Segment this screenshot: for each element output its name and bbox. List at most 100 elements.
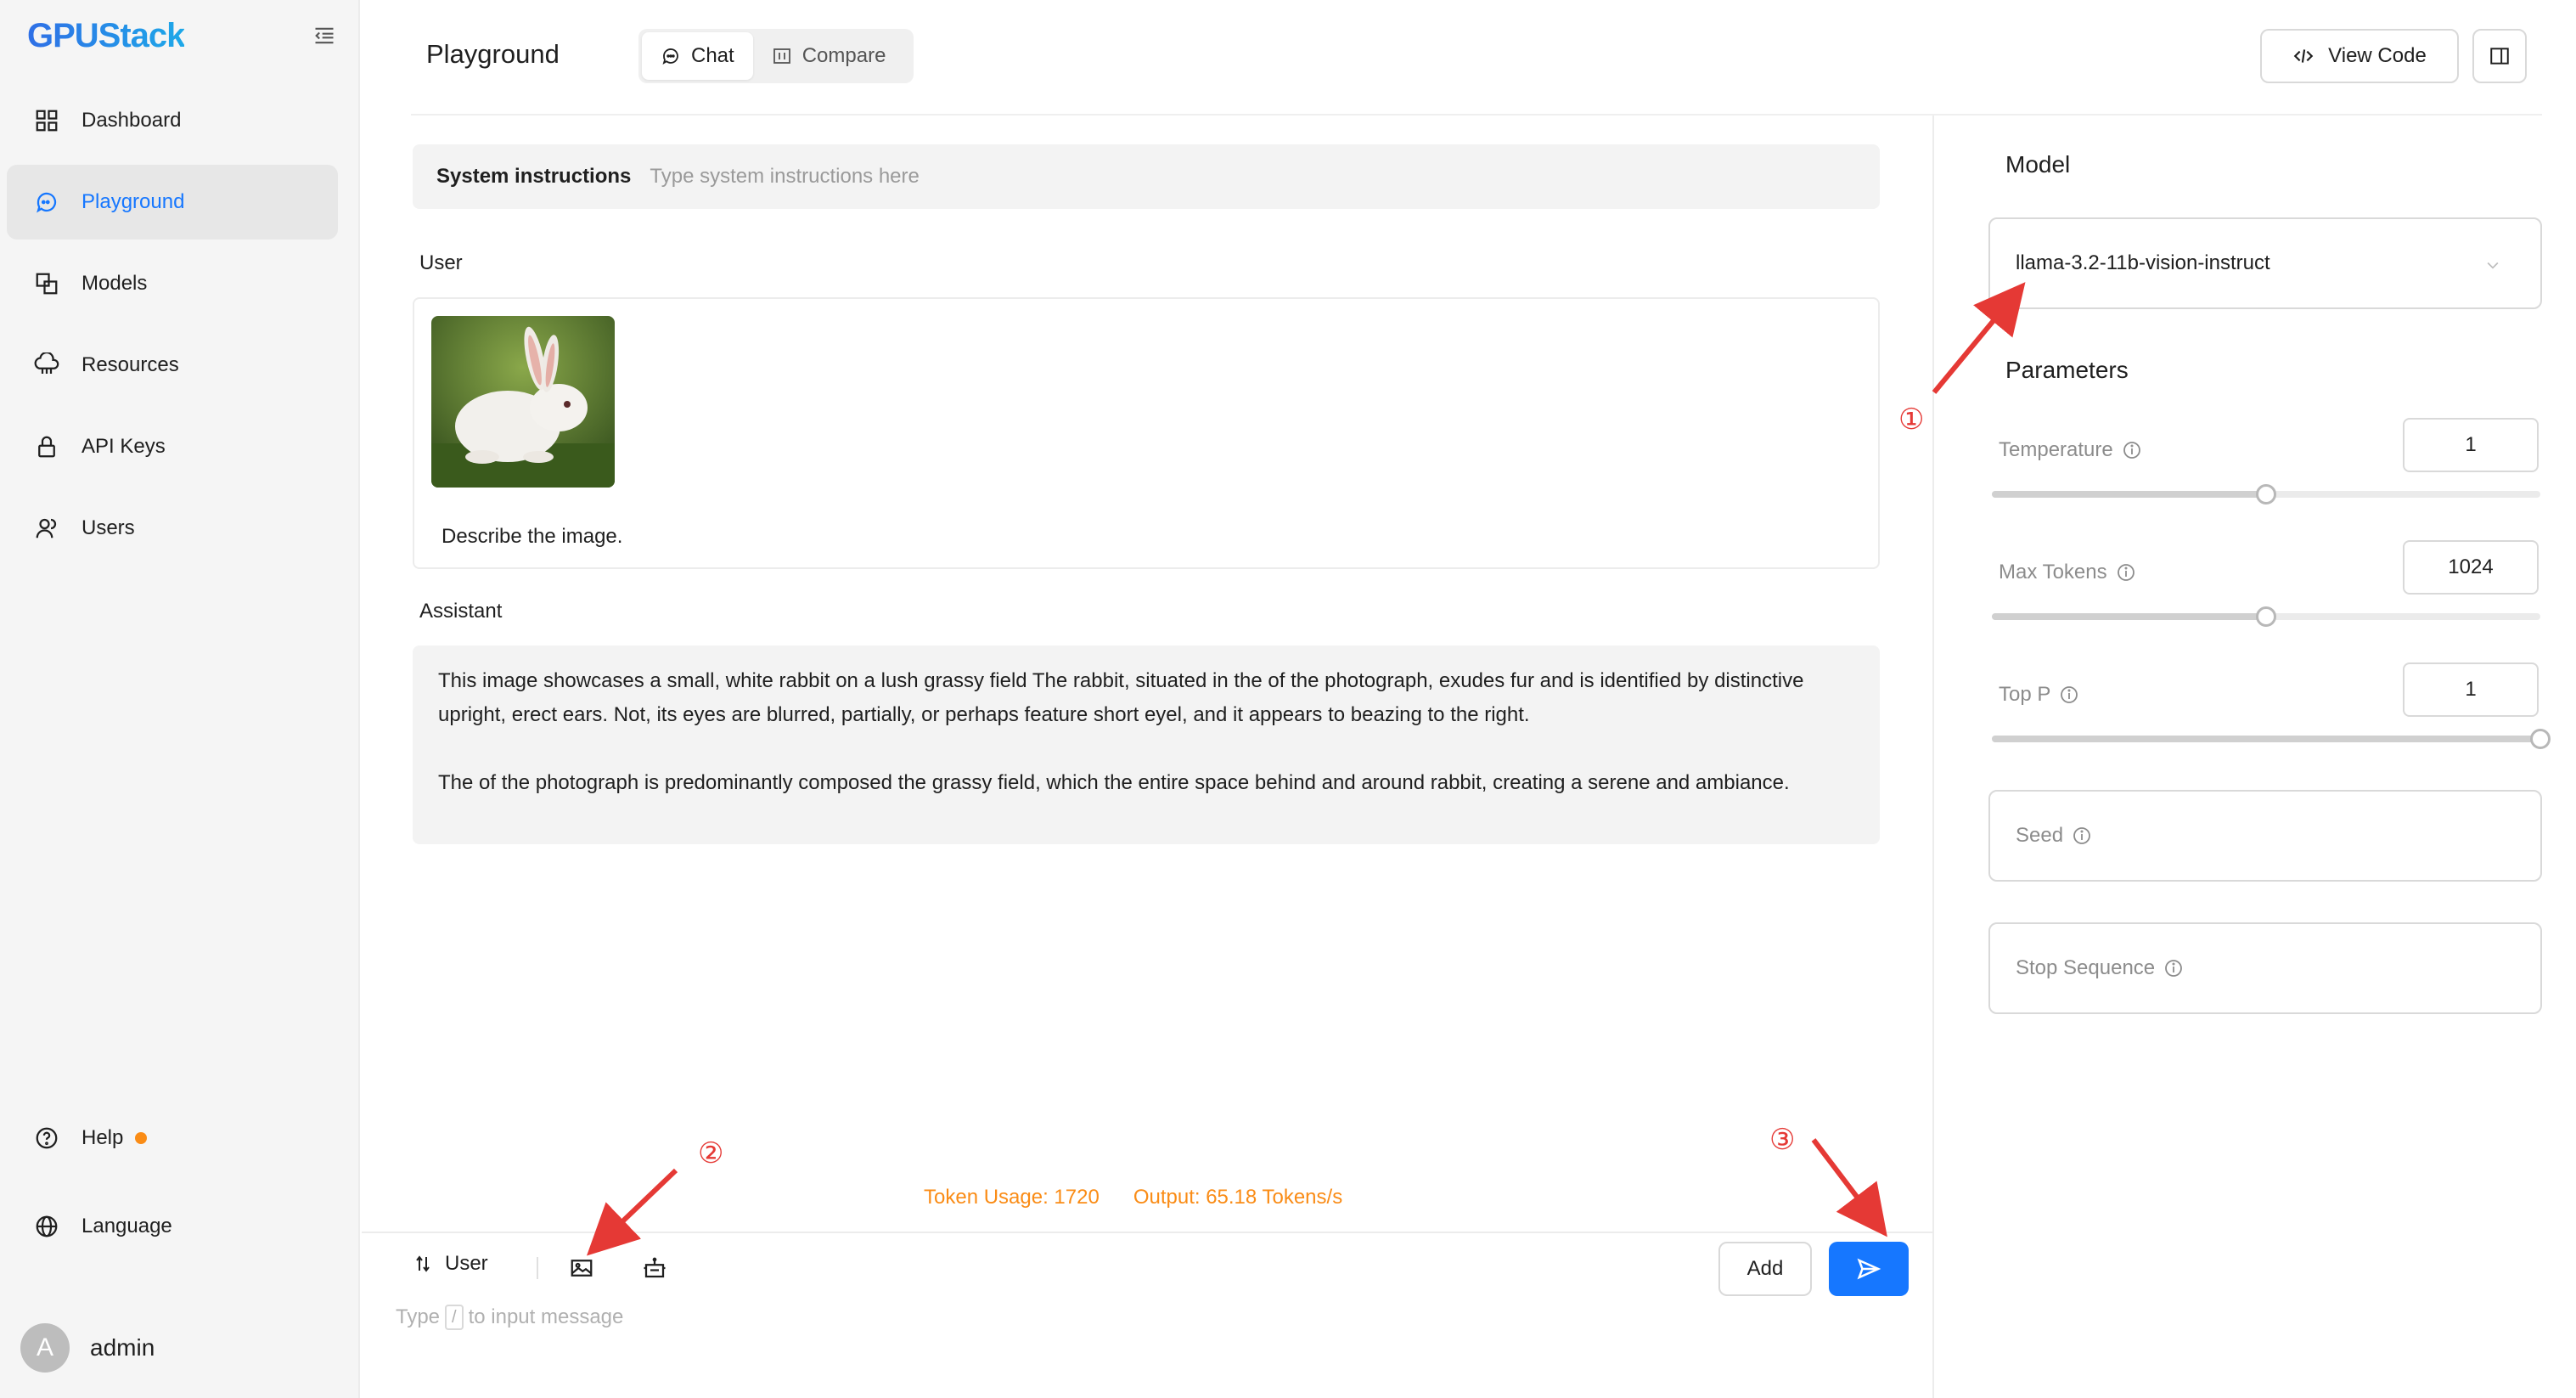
sidebar-item-label: Users	[82, 516, 135, 539]
sidebar-item-users[interactable]: Users	[7, 491, 338, 566]
temperature-slider[interactable]	[1992, 484, 2540, 505]
sidebar-item-label: Help	[82, 1126, 124, 1149]
annotation-2: ②	[698, 1136, 724, 1170]
system-instructions-label: System instructions	[436, 165, 632, 188]
annotation-arrow	[586, 1168, 678, 1256]
role-switch-button[interactable]: User	[413, 1252, 488, 1276]
tab-label: Chat	[691, 44, 734, 67]
model-heading: Model	[2005, 151, 2071, 178]
info-icon	[2123, 442, 2140, 459]
top-p-label-text: Top P	[1999, 683, 2051, 706]
assistant-message[interactable]: This image showcases a small, white rabb…	[413, 645, 1880, 844]
sidebar-item-language[interactable]: Language	[7, 1189, 338, 1264]
user-name: admin	[90, 1334, 155, 1361]
annotation-arrow	[1811, 1138, 1887, 1237]
stop-sequence-label: Stop Sequence	[2016, 956, 2156, 979]
token-stats: Token Usage: 1720 Output: 65.18 Tokens/s	[924, 1186, 1342, 1209]
user-message[interactable]: Describe the image.	[413, 297, 1880, 569]
role-switch-label: User	[445, 1252, 488, 1275]
rabbit-image[interactable]	[431, 316, 615, 488]
assistant-paragraph: This image showcases a small, white rabb…	[438, 669, 1804, 726]
panel-icon	[2490, 48, 2509, 65]
max-tokens-label-text: Max Tokens	[1999, 561, 2107, 583]
panel-divider	[1932, 116, 1934, 1398]
tab-chat[interactable]: Chat	[642, 32, 753, 80]
temperature-label-text: Temperature	[1999, 438, 2113, 461]
max-tokens-input[interactable]: 1024	[2403, 540, 2539, 595]
add-button[interactable]: Add	[1718, 1242, 1812, 1296]
seed-field[interactable]: Seed	[1988, 790, 2542, 882]
info-icon	[2061, 686, 2078, 703]
image-upload-icon[interactable]	[567, 1254, 596, 1282]
sidebar-item-dashboard[interactable]: Dashboard	[7, 83, 338, 158]
resources-icon	[32, 351, 61, 380]
sidebar-item-models[interactable]: Models	[7, 246, 338, 321]
notification-dot	[135, 1132, 148, 1144]
max-tokens-label: Max Tokens	[1999, 561, 2136, 584]
slider-fill	[1992, 736, 2540, 742]
assistant-role-label: Assistant	[419, 600, 503, 623]
slider-handle[interactable]	[2256, 484, 2276, 505]
sidebar-item-label: Playground	[82, 190, 185, 213]
info-icon	[2165, 960, 2183, 977]
tab-label: Compare	[801, 44, 886, 67]
toggle-panel-button[interactable]	[2472, 29, 2527, 83]
sidebar-item-label: Language	[82, 1215, 172, 1237]
token-usage: Token Usage: 1720	[924, 1186, 1100, 1209]
message-input[interactable]: Type / to input message	[396, 1305, 1669, 1330]
top-p-input[interactable]: 1	[2403, 662, 2539, 717]
slider-handle[interactable]	[2256, 606, 2276, 627]
user-message-text: Describe the image.	[442, 525, 623, 548]
tab-compare[interactable]: Compare	[753, 32, 905, 80]
system-instructions-field[interactable]: System instructions Type system instruct…	[413, 144, 1880, 209]
send-button[interactable]	[1829, 1242, 1909, 1296]
page-title: Playground	[426, 39, 560, 69]
view-code-button[interactable]: View Code	[2260, 29, 2459, 83]
view-code-label: View Code	[2328, 44, 2427, 67]
seed-label: Seed	[2016, 824, 2064, 847]
dashboard-icon	[32, 106, 61, 135]
users-icon	[32, 514, 61, 543]
playground-icon	[32, 188, 61, 217]
sidebar-item-label: Models	[82, 272, 148, 295]
parameters-heading: Parameters	[2005, 357, 2129, 383]
output-speed: Output: 65.18 Tokens/s	[1133, 1186, 1343, 1209]
info-icon	[2073, 827, 2090, 844]
sidebar-item-resources[interactable]: Resources	[7, 328, 338, 403]
sidebar-item-help[interactable]: Help	[7, 1101, 338, 1175]
collapse-sidebar-icon[interactable]	[312, 24, 336, 48]
system-instructions-placeholder: Type system instructions here	[650, 165, 920, 188]
stop-sequence-field[interactable]: Stop Sequence	[1988, 922, 2542, 1014]
globe-icon	[32, 1212, 61, 1241]
sidebar-item-api-keys[interactable]: API Keys	[7, 409, 338, 484]
sidebar-item-label: Resources	[82, 353, 179, 376]
model-select[interactable]: llama-3.2-11b-vision-instruct	[1988, 217, 2542, 309]
compare-icon	[773, 48, 790, 64]
temperature-input[interactable]: 1	[2403, 418, 2539, 472]
annotation-3: ③	[1769, 1123, 1796, 1157]
input-placeholder-prefix: Type	[396, 1305, 441, 1328]
header-divider	[411, 114, 2542, 116]
slider-handle[interactable]	[2530, 729, 2551, 749]
assistant-paragraph: The of the photograph is predominantly c…	[438, 771, 1790, 794]
slash-key: /	[445, 1305, 464, 1330]
toolbar-divider	[537, 1257, 538, 1279]
max-tokens-slider[interactable]	[1992, 606, 2540, 627]
tool-icon[interactable]	[640, 1254, 669, 1282]
chevron-down-icon	[2487, 262, 2499, 269]
temperature-label: Temperature	[1999, 438, 2142, 462]
send-icon	[1857, 1258, 1881, 1280]
top-p-label: Top P	[1999, 683, 2079, 707]
models-icon	[32, 269, 61, 298]
swap-icon	[416, 1255, 430, 1272]
chat-icon	[662, 48, 678, 65]
top-p-slider[interactable]	[1992, 729, 2551, 749]
app-logo: GPUStack	[27, 17, 185, 54]
sidebar-item-playground[interactable]: Playground	[7, 165, 338, 240]
sidebar: GPUStack Dashboard Playground Models Res…	[0, 0, 360, 1398]
help-icon	[32, 1124, 61, 1153]
model-select-value: llama-3.2-11b-vision-instruct	[2016, 251, 2270, 274]
info-icon	[2117, 564, 2134, 581]
user-menu[interactable]: A admin	[20, 1323, 155, 1373]
annotation-1: ①	[1898, 403, 1925, 437]
